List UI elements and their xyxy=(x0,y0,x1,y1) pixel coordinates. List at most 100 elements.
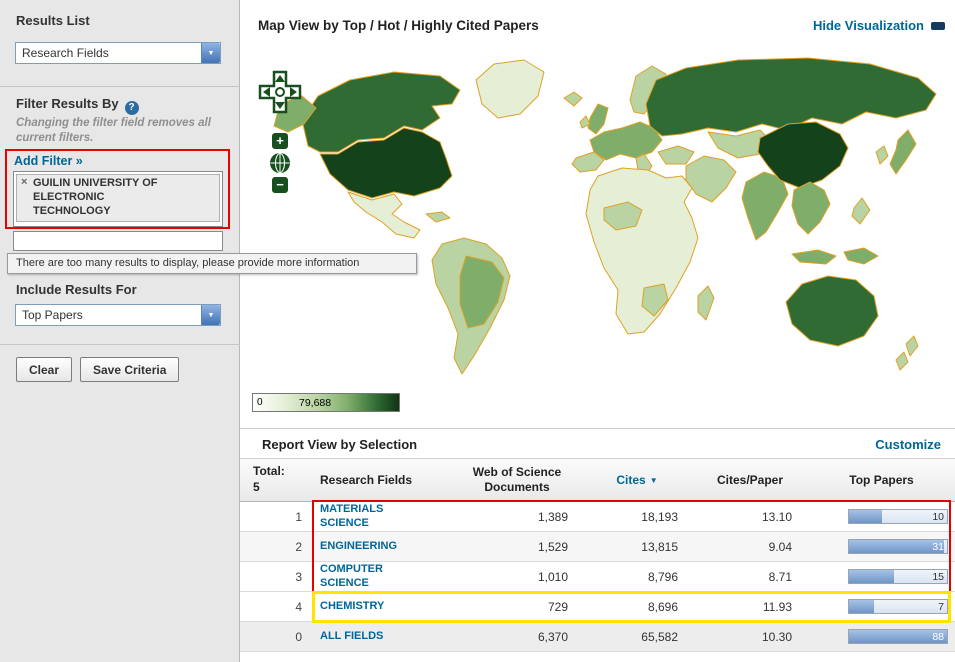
top-papers-value: 88 xyxy=(932,631,944,643)
hide-visualization-label: Hide Visualization xyxy=(812,18,924,33)
column-header-wos-documents[interactable]: Web of Science Documents xyxy=(452,459,582,501)
top-papers-value: 31 xyxy=(932,541,944,553)
table-header-row: Total: 5 Research Fields Web of Science … xyxy=(240,458,955,502)
results-list-dropdown[interactable]: Research Fields ▼ xyxy=(15,42,221,64)
total-count: Total: 5 xyxy=(240,459,312,501)
filter-results-label: Filter Results By xyxy=(16,96,119,111)
column-header-research-fields[interactable]: Research Fields xyxy=(312,459,452,501)
map-country[interactable] xyxy=(657,145,695,165)
cites-value: 8,696 xyxy=(647,599,678,614)
map-country[interactable] xyxy=(425,211,451,223)
map-country[interactable] xyxy=(785,275,879,347)
top-papers-value: 10 xyxy=(932,511,944,523)
map-country[interactable] xyxy=(475,59,545,119)
table-row: 2 ENGINEERING 1,529 13,815 9.04 31 xyxy=(240,532,955,562)
docs-value: 729 xyxy=(547,599,568,614)
hide-visualization-link[interactable]: Hide Visualization xyxy=(813,18,945,33)
cites-label: Cites xyxy=(616,473,646,487)
bar-fill xyxy=(849,600,875,613)
map-country[interactable] xyxy=(875,145,889,165)
total-label: Total: xyxy=(253,464,285,479)
field-link[interactable]: MATERIALS SCIENCE xyxy=(320,503,420,529)
help-icon[interactable]: ? xyxy=(124,101,139,115)
field-link[interactable]: ENGINEERING xyxy=(320,540,397,553)
results-list-value: Research Fields xyxy=(22,46,109,60)
table-row: 0 ALL FIELDS 6,370 65,582 10.30 88 xyxy=(240,622,955,652)
map-country[interactable] xyxy=(587,103,609,135)
map-country[interactable] xyxy=(905,335,919,357)
bar-fill xyxy=(849,510,883,523)
filter-chip-box[interactable]: × GUILIN UNIVERSITY OF ELECTRONIC TECHNO… xyxy=(13,171,223,227)
add-filter-link[interactable]: Add Filter » xyxy=(14,154,83,168)
field-link[interactable]: ALL FIELDS xyxy=(320,630,383,643)
map-country[interactable] xyxy=(843,247,879,265)
docs-value: 1,529 xyxy=(537,539,568,554)
cites-per-paper-value: 9.04 xyxy=(768,539,792,554)
pan-control[interactable] xyxy=(258,70,302,114)
top-papers-bar: 15 xyxy=(848,569,948,584)
chevron-down-icon[interactable]: ▼ xyxy=(201,43,220,63)
collapse-icon xyxy=(931,21,945,30)
table-row: 1 MATERIALS SCIENCE 1,389 18,193 13.10 1… xyxy=(240,502,955,532)
remove-icon[interactable]: × xyxy=(21,176,27,188)
filter-chip-label: GUILIN UNIVERSITY OF ELECTRONIC TECHNOLO… xyxy=(33,177,158,217)
map-country[interactable] xyxy=(585,167,699,335)
globe-icon[interactable] xyxy=(269,152,291,174)
row-rank: 3 xyxy=(295,569,302,584)
chevron-down-icon[interactable]: ▼ xyxy=(201,305,220,325)
column-header-cites-per-paper[interactable]: Cites/Paper xyxy=(692,459,808,501)
include-results-title: Include Results For xyxy=(16,282,137,297)
divider xyxy=(240,428,955,429)
zoom-out-icon[interactable]: − xyxy=(272,177,288,193)
bar-fill xyxy=(849,540,945,553)
page: Results List Research Fields ▼ Filter Re… xyxy=(0,0,955,662)
zoom-in-icon[interactable]: + xyxy=(272,133,288,149)
cites-value: 13,815 xyxy=(641,539,678,554)
cites-value: 18,193 xyxy=(641,509,678,524)
filter-results-title: Filter Results By? xyxy=(16,96,139,115)
results-list-title: Results List xyxy=(16,13,90,28)
row-rank: 1 xyxy=(295,509,302,524)
map-country[interactable] xyxy=(791,181,831,235)
filter-chip: × GUILIN UNIVERSITY OF ELECTRONIC TECHNO… xyxy=(16,174,220,222)
cites-per-paper-value: 13.10 xyxy=(761,509,792,524)
table-row: 3 COMPUTER SCIENCE 1,010 8,796 8.71 15 xyxy=(240,562,955,592)
too-many-results-tooltip: There are too many results to display, p… xyxy=(7,253,417,274)
chevron-glyph: ▼ xyxy=(207,49,215,57)
customize-link[interactable]: Customize xyxy=(875,437,941,452)
column-header-cites[interactable]: Cites ▼ xyxy=(582,459,692,501)
field-link[interactable]: COMPUTER SCIENCE xyxy=(320,563,420,589)
filter-input[interactable] xyxy=(13,231,223,251)
include-results-value: Top Papers xyxy=(22,308,83,322)
top-papers-bar: 10 xyxy=(848,509,948,524)
save-criteria-button[interactable]: Save Criteria xyxy=(80,357,180,382)
top-papers-bar: 31 xyxy=(848,539,948,554)
include-results-dropdown[interactable]: Top Papers ▼ xyxy=(15,304,221,326)
column-header-top-papers[interactable]: Top Papers xyxy=(808,459,955,501)
map-country[interactable] xyxy=(741,171,789,241)
top-papers-bar: 88 xyxy=(848,629,948,644)
map-country[interactable] xyxy=(685,155,737,203)
map-country[interactable] xyxy=(697,285,715,321)
field-link[interactable]: CHEMISTRY xyxy=(320,600,384,613)
map-country[interactable] xyxy=(895,351,909,371)
chevron-glyph: ▼ xyxy=(207,311,215,319)
row-rank: 0 xyxy=(295,629,302,644)
legend-max-label: 79,688 xyxy=(299,397,332,409)
cites-per-paper-value: 11.93 xyxy=(762,599,792,614)
sort-desc-icon: ▼ xyxy=(649,475,658,485)
map-country[interactable] xyxy=(347,191,421,239)
report-view-title: Report View by Selection xyxy=(262,437,418,452)
map-country[interactable] xyxy=(563,91,583,107)
map-country[interactable] xyxy=(889,129,917,175)
map-country[interactable] xyxy=(851,197,871,225)
cites-value: 8,796 xyxy=(647,569,678,584)
wos-documents-label: Web of Science Documents xyxy=(472,465,562,494)
total-value: 5 xyxy=(253,480,260,494)
cites-per-paper-value: 10.30 xyxy=(761,629,792,644)
divider xyxy=(0,86,240,87)
table-row: 4 CHEMISTRY 729 8,696 11.93 7 xyxy=(240,592,955,622)
clear-button[interactable]: Clear xyxy=(16,357,73,382)
world-map-visualization[interactable] xyxy=(246,46,946,386)
map-country[interactable] xyxy=(791,249,837,265)
